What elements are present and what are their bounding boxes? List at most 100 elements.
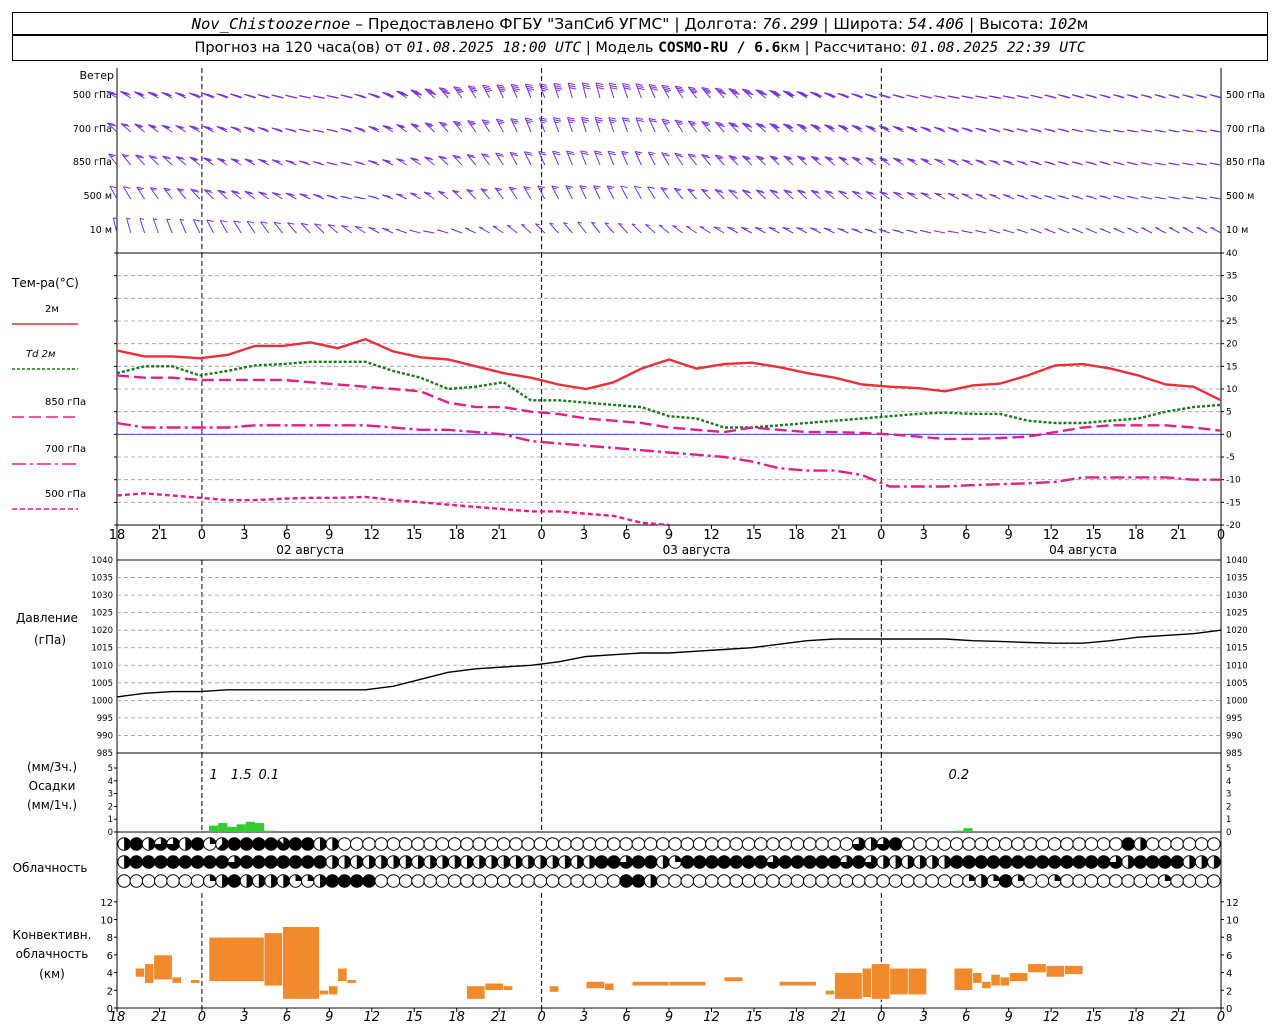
- wind-barb: [464, 227, 477, 234]
- cloud-symbol: [190, 837, 205, 851]
- wind-barb: [1168, 94, 1180, 99]
- wind-barb: [382, 91, 395, 99]
- cloud-circle: [484, 837, 499, 851]
- cloud-symbol: [900, 837, 915, 851]
- cloud-circle: [803, 837, 817, 851]
- cloud-symbol: [1121, 874, 1135, 888]
- barb-staff: [590, 222, 601, 234]
- wind-barb: [300, 222, 311, 234]
- wind-barb: [961, 95, 974, 99]
- x-tick-label: 0: [877, 528, 885, 543]
- cloud-fill: [920, 855, 927, 869]
- wind-barb: [354, 93, 367, 99]
- cloud-symbol: [913, 855, 927, 869]
- cloud-circle: [423, 837, 438, 851]
- cloud-circle: [827, 874, 842, 888]
- cloud-fill: [1128, 855, 1135, 869]
- wind-barb: [409, 192, 421, 200]
- prec-ytick-right: 0: [1226, 828, 1231, 838]
- cloud-fill: [185, 837, 192, 851]
- cloud-circle: [1158, 837, 1172, 851]
- cloud-symbol: [986, 855, 1001, 869]
- cloud-fill: [215, 855, 229, 869]
- temp-series-1: [116, 360, 1222, 429]
- wind-barb: [577, 221, 587, 234]
- pres-ytick-left: 1000: [91, 696, 113, 706]
- wind-barb: [451, 189, 463, 200]
- x-tick-label: 12: [1043, 528, 1060, 543]
- cloud-symbol: [460, 874, 474, 888]
- wind-barb: [233, 220, 242, 234]
- cloud-circle: [741, 837, 756, 851]
- cloud-symbol: [349, 855, 364, 869]
- wind-barb: [566, 117, 576, 133]
- wind-barb: [581, 116, 590, 133]
- cloud-symbol: [435, 874, 450, 888]
- wind-level-label-right: 850 гПа: [1226, 157, 1265, 168]
- wind-barb: [701, 87, 712, 99]
- wind-barb: [892, 125, 904, 133]
- conv-ytick-left: 12: [100, 898, 113, 909]
- wind-barb: [975, 127, 987, 133]
- wind-barb: [645, 224, 656, 234]
- wind-barb: [769, 123, 780, 133]
- wind-barb: [312, 129, 325, 133]
- wind-barb: [326, 194, 338, 200]
- cloud-symbol: [778, 855, 793, 869]
- cloud-fill: [264, 855, 278, 869]
- temp-series-0: [116, 337, 1222, 402]
- wind-barb: [257, 94, 270, 99]
- conv-ytick-left: 10: [100, 916, 113, 927]
- wind-barb: [810, 189, 822, 200]
- x-tick-label-bottom: 9: [325, 1010, 333, 1024]
- wind-barb: [1085, 129, 1097, 133]
- wind-barb: [396, 90, 409, 99]
- cloud-symbol: [1182, 837, 1197, 851]
- x-tick-label: 21: [1170, 528, 1187, 543]
- cloud-fill: [1036, 855, 1049, 869]
- wind-barb: [1209, 94, 1222, 99]
- wind-barb: [368, 160, 380, 166]
- cloud-symbol: [227, 837, 242, 851]
- cloud-symbol: [1084, 874, 1099, 888]
- temp-ytick-right: -20: [1226, 521, 1241, 531]
- pres-ytick-left: 1030: [91, 591, 113, 601]
- wind-barb: [467, 120, 477, 133]
- cloud-symbol: [1060, 874, 1074, 888]
- wind-barb: [466, 154, 477, 166]
- cloud-symbol: [190, 874, 205, 888]
- convective-bar: [337, 967, 348, 982]
- cloud-circle: [460, 837, 474, 851]
- cloud-symbol: [998, 837, 1013, 851]
- cloud-symbol: [349, 874, 364, 888]
- cloud-symbol: [668, 837, 682, 851]
- cloud-circle: [607, 874, 621, 888]
- wind-barb: [685, 225, 697, 234]
- cloud-circle: [545, 837, 560, 851]
- cloud-symbol: [729, 874, 744, 888]
- cloud-circle: [1035, 874, 1050, 888]
- wind-barb: [989, 95, 1002, 99]
- cloud-circle: [778, 837, 793, 851]
- temp-ytick-right: 10: [1226, 385, 1238, 395]
- wind-barb: [618, 222, 628, 234]
- wind-barb: [635, 117, 644, 133]
- temp-ytick-right: -15: [1226, 498, 1241, 508]
- barb-staff: [206, 219, 215, 234]
- cloud-fill: [650, 874, 657, 888]
- cloud-fill: [1189, 855, 1196, 869]
- cloud-circle: [1207, 874, 1221, 888]
- wind-barb: [523, 186, 532, 200]
- wind-barb: [755, 122, 766, 133]
- barb-feather: [610, 87, 618, 90]
- cloud-circle: [1023, 837, 1038, 851]
- x-tick-label: 0: [1217, 528, 1225, 543]
- barb-feather: [623, 119, 631, 122]
- x-tick-label-bottom: 18: [1128, 1010, 1145, 1024]
- cloud-fill: [258, 874, 266, 888]
- barb-half-feather: [1016, 228, 1021, 231]
- convective-bar: [319, 990, 329, 996]
- wind-barb: [147, 91, 159, 99]
- wind-barb: [851, 124, 863, 133]
- barb-feather: [580, 150, 588, 153]
